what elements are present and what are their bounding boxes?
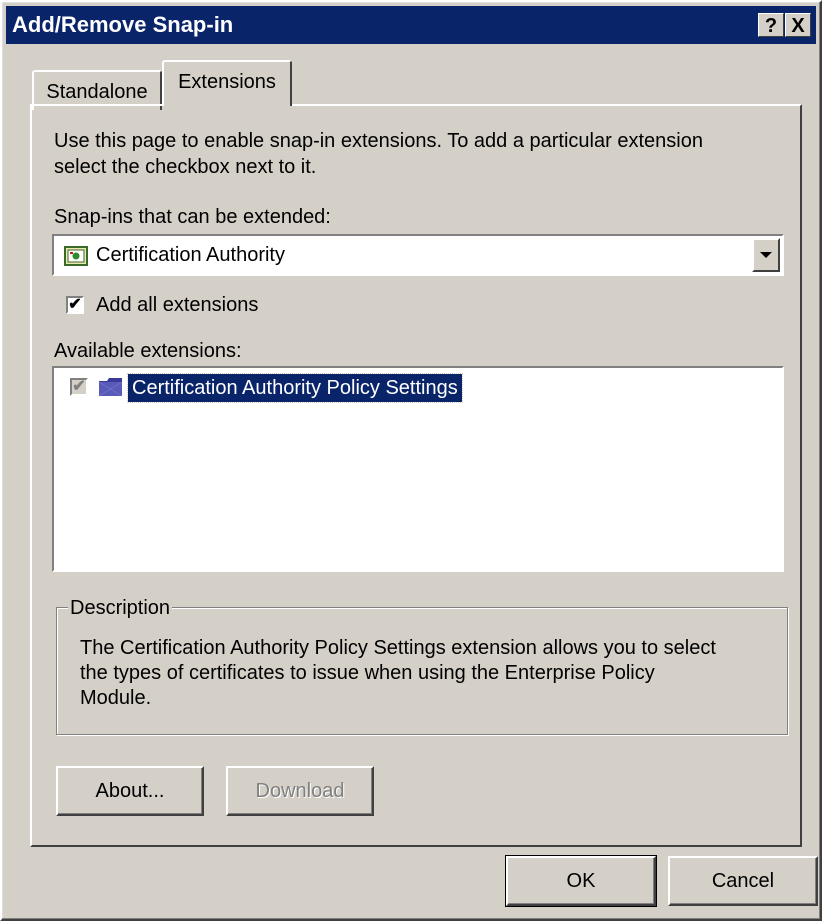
chevron-down-icon	[760, 252, 772, 258]
ok-button[interactable]: OK	[505, 855, 657, 907]
intro-line-1: Use this page to enable snap-in extensio…	[54, 130, 703, 152]
snapins-selected-value: Certification Authority	[96, 244, 285, 266]
add-remove-snapin-dialog: Add/Remove Snap-in ? X Standalone Extens…	[0, 0, 822, 921]
extension-checkbox[interactable]: ✔	[70, 378, 88, 396]
description-line-2: the types of certificates to issue when …	[80, 662, 655, 684]
description-line-3: Module.	[80, 687, 152, 709]
description-line-1: The Certification Authority Policy Setti…	[80, 637, 716, 659]
snapins-dropdown[interactable]: Certification Authority	[52, 234, 784, 276]
folder-icon	[98, 378, 123, 397]
about-button[interactable]: About...	[56, 766, 204, 816]
close-button[interactable]: X	[785, 13, 811, 37]
add-all-extensions-label: Add all extensions	[96, 294, 259, 316]
available-extensions-list[interactable]: ✔ Certification Authority Policy Setting…	[52, 366, 784, 572]
snapins-label: Snap-ins that can be extended:	[54, 206, 331, 228]
intro-line-2: select the checkbox next to it.	[54, 156, 317, 178]
intro-text: Use this page to enable snap-in extensio…	[54, 128, 784, 180]
certificate-authority-icon	[64, 246, 88, 266]
description-text: The Certification Authority Policy Setti…	[80, 636, 770, 711]
extension-item-label: Certification Authority Policy Settings	[127, 373, 463, 403]
help-button[interactable]: ?	[758, 13, 784, 37]
title-bar: Add/Remove Snap-in ? X	[6, 6, 816, 44]
cancel-button[interactable]: Cancel	[668, 856, 818, 906]
available-extensions-label: Available extensions:	[54, 340, 242, 362]
window-title: Add/Remove Snap-in	[12, 12, 234, 37]
tab-extensions[interactable]: Extensions	[162, 60, 292, 106]
add-all-extensions-checkbox[interactable]: ✔	[66, 296, 84, 314]
description-legend: Description	[68, 597, 173, 620]
download-button[interactable]: Download	[226, 766, 374, 816]
dropdown-arrow-button[interactable]	[752, 238, 780, 272]
